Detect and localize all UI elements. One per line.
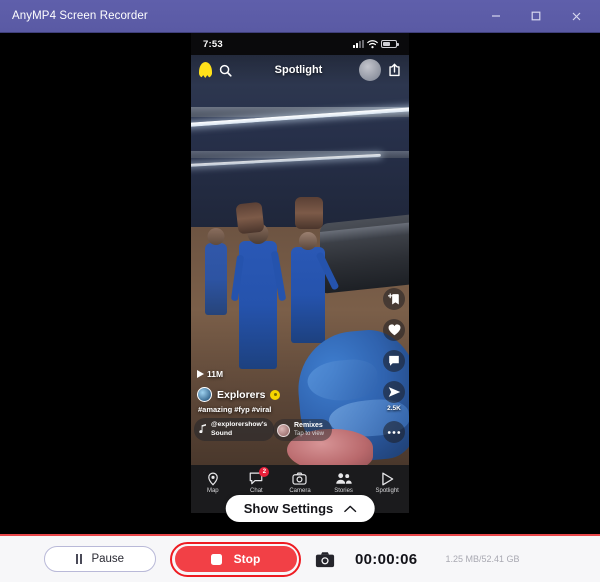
- view-count-value: 11M: [207, 369, 224, 379]
- bookmark-plus-icon[interactable]: [383, 288, 405, 310]
- share-arrow-icon[interactable]: [383, 381, 405, 403]
- stop-button[interactable]: Stop: [174, 546, 297, 572]
- rail-item-bookmark: [383, 288, 405, 310]
- nav-item-stories[interactable]: Stories: [325, 471, 363, 494]
- nav-label-camera: Camera: [289, 488, 311, 494]
- hashtags[interactable]: #amazing #fyp #viral: [198, 405, 271, 414]
- remix-title: Remixes: [294, 422, 323, 430]
- maximize-button[interactable]: [516, 1, 556, 32]
- chat-badge: 2: [259, 467, 270, 477]
- action-rail: 2.5K: [383, 288, 405, 443]
- sound-line-1: @explorershow's: [211, 421, 268, 429]
- sound-pill[interactable]: @explorershow's Sound: [194, 418, 275, 441]
- verified-badge-icon: [270, 389, 281, 400]
- pause-button[interactable]: Pause: [44, 546, 156, 572]
- video-player[interactable]: Spotlight 11M Explorers #amazing #fyp #v…: [191, 55, 409, 465]
- creator-avatar: [197, 387, 212, 402]
- pause-label: Pause: [91, 553, 125, 565]
- spotlight-header: Spotlight: [191, 55, 409, 85]
- close-button[interactable]: [556, 1, 596, 32]
- remixes-pill[interactable]: Remixes Tap to view: [273, 419, 333, 441]
- stop-button-highlight: Stop: [170, 541, 301, 577]
- recorder-toolbar: Pause Stop 00:00:06 1.25 MB/52.41 GB: [0, 534, 600, 582]
- rail-item-more: [383, 421, 405, 443]
- rail-item-like: [383, 319, 405, 341]
- view-count: 11M: [197, 369, 223, 379]
- minimize-button[interactable]: [476, 1, 516, 32]
- video-frame: [191, 55, 409, 465]
- comment-icon[interactable]: [383, 350, 405, 372]
- share-count: 2.5K: [387, 405, 401, 412]
- recording-timer: 00:00:06: [355, 550, 418, 568]
- battery-icon: [381, 40, 399, 48]
- phone-status-bar: 7:53: [191, 33, 409, 55]
- nav-item-chat[interactable]: 2 Chat: [237, 467, 275, 494]
- pause-icon: [75, 554, 83, 564]
- window-controls: [476, 1, 596, 32]
- bitmoji-ghost-icon[interactable]: [199, 62, 212, 78]
- music-note-icon: [199, 424, 207, 435]
- nav-item-camera[interactable]: Camera: [281, 471, 319, 494]
- creator-name: Explorers: [217, 388, 266, 401]
- creator-row[interactable]: Explorers: [197, 387, 281, 402]
- page-title: Spotlight: [274, 64, 323, 76]
- remix-thumbnail: [277, 423, 290, 437]
- play-icon: [197, 370, 204, 378]
- status-time: 7:53: [203, 38, 223, 50]
- chevron-up-icon: [343, 505, 356, 512]
- avatar[interactable]: [359, 59, 381, 81]
- show-settings-label: Show Settings: [243, 501, 334, 516]
- people-icon: [335, 471, 352, 486]
- camera-icon: [292, 471, 308, 486]
- rail-item-comment: [383, 350, 405, 372]
- search-icon[interactable]: [219, 64, 232, 77]
- app-window: AnyMP4 Screen Recorder 7:53 Spotlight 11…: [0, 0, 600, 582]
- remix-subtitle: Tap to view: [294, 430, 325, 437]
- storage-status: 1.25 MB/52.41 GB: [445, 554, 520, 564]
- chat-bubble-icon: 2: [249, 467, 270, 486]
- remix-text: Remixes Tap to view: [294, 422, 324, 438]
- share-export-icon[interactable]: [388, 63, 401, 77]
- status-indicators: [353, 39, 399, 49]
- screenshot-button[interactable]: [315, 551, 335, 568]
- nav-label-spotlight: Spotlight: [375, 488, 399, 494]
- rail-item-share: 2.5K: [383, 381, 405, 412]
- nav-item-map[interactable]: Map: [194, 471, 232, 494]
- wifi-icon: [367, 39, 378, 48]
- heart-icon[interactable]: [383, 319, 405, 341]
- stop-square-icon: [210, 553, 222, 565]
- capture-stage: 7:53 Spotlight 11M Explorers #amazing #f…: [0, 33, 600, 534]
- more-dots-icon[interactable]: [383, 421, 405, 443]
- nav-label-stories: Stories: [334, 488, 353, 494]
- title-bar: AnyMP4 Screen Recorder: [0, 0, 600, 33]
- play-triangle-icon: [381, 471, 394, 486]
- map-pin-icon: [206, 471, 220, 486]
- nav-label-map: Map: [206, 488, 219, 494]
- nav-item-spotlight[interactable]: Spotlight: [368, 471, 406, 494]
- stop-label: Stop: [233, 552, 261, 566]
- phone-preview: 7:53 Spotlight 11M Explorers #amazing #f…: [191, 33, 409, 513]
- sound-text: @explorershow's Sound: [211, 421, 267, 438]
- sound-line-2: Sound: [211, 429, 233, 437]
- nav-label-chat: Chat: [250, 488, 263, 494]
- show-settings-button[interactable]: Show Settings: [225, 495, 375, 522]
- cellular-signal-icon: [353, 40, 364, 48]
- app-title: AnyMP4 Screen Recorder: [12, 10, 148, 22]
